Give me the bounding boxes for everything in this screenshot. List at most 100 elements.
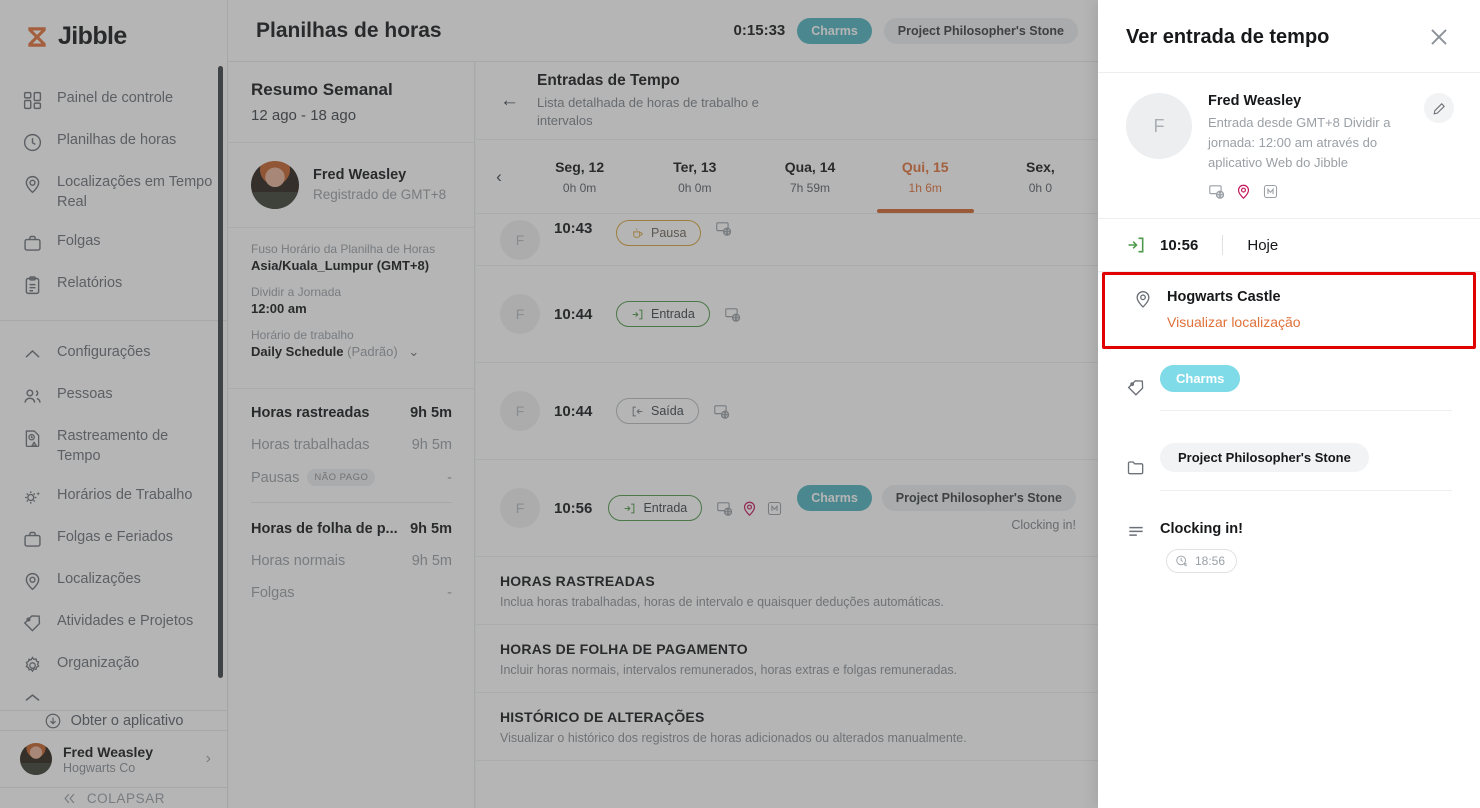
get-app-button[interactable]: Obter o aplicativo [0,710,227,731]
manual-m-icon [1262,183,1279,200]
project-chip[interactable]: Project Philosopher's Stone [882,485,1076,511]
section-horas-de-folha-de-pagamento[interactable]: HORAS DE FOLHA DE PAGAMENTO Incluir hora… [476,625,1098,693]
entry-type-label: Pausa [651,226,686,240]
sidebar-scrollbar[interactable] [218,66,223,678]
project-chip[interactable]: Project Philosopher's Stone [884,18,1078,44]
clock-icon [22,132,43,153]
entry-source-icons [713,403,730,420]
tag-icon [22,613,43,634]
summary-totals: Horas rastreadas 9h 5m Horas trabalhadas… [229,389,474,601]
sidebar-item-localizacoes[interactable]: Localizações [0,560,227,602]
summary-header: Resumo Semanal 12 ago - 18 ago [229,62,474,143]
pin-icon [22,571,43,592]
table-row[interactable]: F 10:56 Entrada [476,460,1098,557]
day-tab-qua-14[interactable]: Qua, 14 7h 59m [752,140,867,213]
clock-in-icon [631,308,644,321]
edit-button[interactable] [1424,93,1454,123]
prev-week-button[interactable]: ‹ [476,140,522,213]
sidebar-item-label: Painel de controle [57,89,173,109]
sidebar-item-rastreamento-de-tempo[interactable]: Rastreamento de Tempo [0,417,227,476]
unpaid-badge: NÃO PAGO [307,469,375,486]
avatar: F [1126,93,1192,159]
sidebar-item-folgas-e-feriados[interactable]: Folgas e Feriados [0,518,227,560]
table-row[interactable]: F 10:43 Pausa [476,214,1098,266]
summary-row: Horas trabalhadas 9h 5m [251,437,452,453]
summary-row-label: Folgas [251,585,295,601]
sidebar-item-label: Folgas e Feriados [57,528,173,548]
activity-chip[interactable]: Charms [797,485,872,511]
summary-row: Horas rastreadas 9h 5m [251,405,452,421]
panel-activity-row: Charms [1098,349,1480,427]
entry-type-badge: Pausa [616,220,701,246]
view-location-link[interactable]: Visualizar localização [1167,314,1301,330]
entry-type-label: Saída [651,404,684,418]
sidebar-item-localizacoes-em-tempo-real[interactable]: Localizações em Tempo Real [0,163,227,222]
sidebar-item-more[interactable] [0,686,227,710]
section-heading: HISTÓRICO DE ALTERAÇÕES [500,709,1076,725]
sidebar-item-pessoas[interactable]: Pessoas [0,375,227,417]
view-time-entry-panel: Ver entrada de tempo F Fred Weasley Entr… [1098,0,1480,808]
table-row[interactable]: F 10:44 Saída [476,363,1098,460]
dashboard-icon [22,90,43,111]
summary-row: Pausas NÃO PAGO - [251,469,452,486]
close-icon[interactable] [1426,24,1452,50]
panel-project-row: Project Philosopher's Stone [1098,427,1480,507]
section-horas-rastreadas[interactable]: HORAS RASTREADAS Inclua horas trabalhada… [476,557,1098,625]
entry-source-icons [724,306,741,323]
panel-user-block: F Fred Weasley Entrada desde GMT+8 Divid… [1098,73,1480,219]
location-pin-icon[interactable] [741,500,758,517]
panel-project-inner: Project Philosopher's Stone [1160,443,1452,491]
day-name: Sex, [1026,159,1055,175]
entry-source-icons [716,500,783,517]
avatar: F [500,294,540,334]
table-row[interactable]: F 10:44 Entrada [476,266,1098,363]
back-arrow-icon[interactable]: ← [500,90,519,112]
timezone-value: Asia/Kuala_Lumpur (GMT+8) [251,258,452,273]
schedule-select[interactable]: Daily Schedule (Padrão) ⌄ [251,344,452,360]
day-tab-seg-12[interactable]: Seg, 12 0h 0m [522,140,637,213]
sidebar-item-painel-de-controle[interactable]: Painel de controle [0,79,227,121]
sidebar-item-planilhas-de-horas[interactable]: Planilhas de horas [0,121,227,163]
sidebar-item-relatorios[interactable]: Relatórios [0,264,227,306]
sidebar-item-organizacao[interactable]: Organização [0,644,227,686]
panel-note-text: Clocking in! [1160,521,1243,537]
day-tab-qui-15[interactable]: Qui, 15 1h 6m [868,140,983,213]
sidebar-item-configuracoes[interactable]: Configurações [0,333,227,375]
collapse-sidebar-button[interactable]: COLAPSAR [0,787,227,808]
chevron-up-icon [22,344,43,365]
sidebar-item-horarios-de-trabalho[interactable]: Horários de Trabalho [0,476,227,518]
day-tab-ter-13[interactable]: Ter, 13 0h 0m [637,140,752,213]
sidebar-item-atividades-e-projetos[interactable]: Atividades e Projetos [0,602,227,644]
sidebar-user-row[interactable]: Fred Weasley Hogwarts Co › [0,731,227,787]
summary-row-value: - [447,585,452,601]
panel-location-block[interactable]: Hogwarts Castle Visualizar localização [1102,272,1476,349]
entry-time: 10:43 [554,220,602,237]
avatar: F [500,488,540,528]
activity-badge[interactable]: Charms [1160,365,1240,392]
gear-icon [22,655,43,676]
briefcase-icon [22,529,43,550]
dimmed-backdrop: Jibble Painel de controle Planilhas de h… [0,0,1098,808]
folder-icon [1126,457,1146,477]
collapse-label: COLAPSAR [87,791,165,806]
app-screen: Jibble Painel de controle Planilhas de h… [0,0,1480,808]
summary-row-label: Pausas [251,470,299,486]
note-timestamp-chip: 18:56 [1166,549,1237,573]
divider [1222,235,1223,255]
sidebar-item-folgas[interactable]: Folgas [0,222,227,264]
running-timer: 0:15:33 [734,22,786,39]
web-icon [724,306,741,323]
note-timestamp: 18:56 [1195,554,1225,568]
summary-date-range: 12 ago - 18 ago [251,107,452,124]
day-name: Qua, 14 [785,159,836,175]
top-bar: Planilhas de horas 0:15:33 Charms Projec… [228,0,1098,62]
activity-chip[interactable]: Charms [797,18,872,44]
brand-logo[interactable]: Jibble [0,0,227,71]
entry-source-icons [715,220,732,237]
location-pin-icon[interactable] [1235,183,1252,200]
entry-type-badge: Saída [616,398,699,424]
day-tab-sex-16[interactable]: Sex, 0h 0 [983,140,1098,213]
project-badge[interactable]: Project Philosopher's Stone [1160,443,1369,472]
section-historico-de-alteracoes[interactable]: HISTÓRICO DE ALTERAÇÕES Visualizar o his… [476,693,1098,761]
sidebar-item-label: Configurações [57,343,151,363]
